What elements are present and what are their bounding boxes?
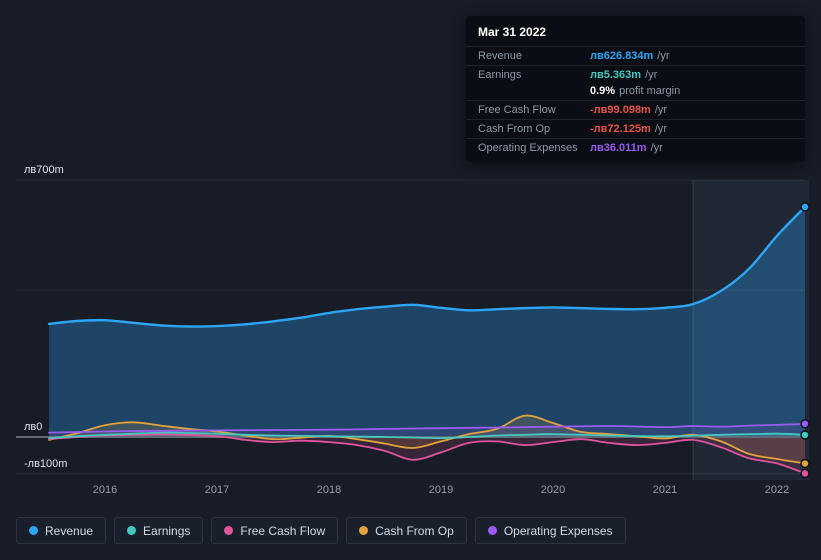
legend-color-dot [29,526,38,535]
tooltip-row-suffix: profit margin [619,85,681,97]
tooltip-row-earnings: Earnings лв5.363m/yr [466,65,805,84]
tooltip-row-value: -лв99.098m [590,104,651,116]
tooltip-row-suffix: /yr [650,142,663,154]
legend-color-dot [359,526,369,535]
tooltip-row-suffix: /yr [654,123,668,135]
x-axis-label: 2018 [316,484,342,496]
operating-expenses-endpoint-dot [800,419,810,429]
tooltip-row-suffix: /yr [645,69,658,81]
legend-label: Earnings [143,523,191,538]
tooltip-row-operating-expenses: Operating Expenses лв36.011m/yr [466,138,805,157]
tooltip-panel: Mar 31 2022 Revenue лв626.834m/yr Earnin… [466,16,805,162]
legend-color-dot [224,526,234,535]
legend-item-cash-from-op[interactable]: Cash From Op [346,517,467,544]
tooltip-row-suffix: /yr [657,50,670,62]
y-axis-label-700m: лв700m [24,164,64,176]
legend: Revenue Earnings Free Cash Flow Cash Fro… [16,517,626,544]
legend-item-operating-expenses[interactable]: Operating Expenses [474,517,626,544]
x-axis-label: 2021 [652,484,678,496]
cash-from-op-endpoint-dot [800,458,810,469]
tooltip-row-value: -лв72.125m [590,123,651,135]
tooltip-row-free-cash-flow: Free Cash Flow -лв99.098m/yr [466,100,805,119]
legend-label: Operating Expenses [503,523,613,538]
x-axis-label: 2017 [204,484,230,496]
tooltip-row-label: Cash From Op [478,123,551,135]
tooltip-row-value: лв5.363m [590,69,642,81]
free-cash-flow-endpoint-dot [800,468,810,479]
revenue-area [49,206,805,437]
tooltip-row-label: Free Cash Flow [478,104,556,116]
legend-item-free-cash-flow[interactable]: Free Cash Flow [211,517,339,544]
y-axis-label-neg100m: -лв100m [24,457,68,470]
earnings-endpoint-dot [800,430,810,440]
tooltip-row-suffix: /yr [654,104,668,116]
legend-label: Revenue [45,523,94,538]
tooltip-row-cash-from-op: Cash From Op -лв72.125m/yr [466,119,805,138]
legend-item-earnings[interactable]: Earnings [114,517,204,544]
tooltip-row-value: лв626.834m [590,50,654,62]
x-axis-label: 2016 [92,484,118,496]
x-axis-label: 2019 [428,484,454,496]
y-axis-label-zero: лв0 [24,421,43,433]
tooltip-row-profit-margin: 0.9% profit margin [466,84,805,100]
legend-item-revenue[interactable]: Revenue [16,517,107,544]
legend-label: Cash From Op [375,523,454,538]
tooltip-row-label: Operating Expenses [478,142,578,154]
tooltip-date: Mar 31 2022 [478,25,547,39]
tooltip-row-revenue: Revenue лв626.834m/yr [466,46,805,65]
tooltip-row-value: лв36.011m [590,142,647,154]
legend-label: Free Cash Flow [240,523,326,538]
tooltip-row-value: 0.9% [590,85,616,97]
x-axis-label: 2022 [764,484,790,496]
tooltip-row-label: Revenue [478,50,523,62]
legend-color-dot [127,526,137,535]
legend-color-dot [487,526,497,535]
revenue-endpoint-dot [800,202,810,212]
x-axis-label: 2020 [540,484,566,496]
tooltip-row-label: Earnings [478,69,522,81]
